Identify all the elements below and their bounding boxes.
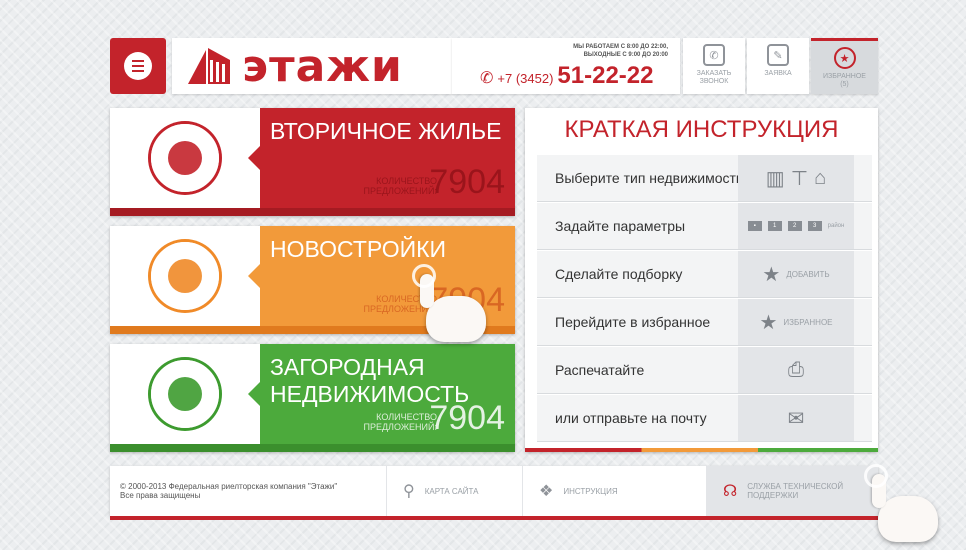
request-call-button[interactable]: ✆ ЗАКАЗАТЬ ЗВОНОК (683, 38, 745, 94)
phone-row[interactable]: ✆ +7 (3452) 51-22-22 (480, 62, 654, 90)
tile-title: НОВОСТРОЙКИ (270, 236, 447, 262)
site-map-label: КАРТА САЙТА (424, 486, 479, 496)
phone-icon: ✆ (480, 70, 494, 87)
step-choose-type: Выберите тип недвижимости ▥ ⊤ ⌂ (537, 154, 872, 202)
building-icon: ▥ (765, 167, 785, 190)
headset-icon: ☊ (723, 483, 738, 500)
request-button[interactable]: ✎ ЗАЯВКА (747, 38, 809, 94)
step-send-email: или отправьте на почту ✉ (537, 394, 872, 442)
tech-support-button[interactable]: ☊ СЛУЖБА ТЕХНИЧЕСКОЙ ПОДДЕРЖКИ (706, 466, 878, 516)
country-house-icon (151, 360, 219, 428)
favorites-button[interactable]: ★ ИЗБРАННОЕ (5) (811, 38, 878, 94)
tile-country-property[interactable]: ЗАГОРОДНАЯ НЕДВИЖИМОСТЬ КОЛИЧЕСТВО ПРЕДЛ… (110, 344, 515, 452)
dropbox-icon: ❖ (539, 483, 554, 500)
step-text: Сделайте подборку (555, 266, 683, 282)
instruction-title: КРАТКАЯ ИНСТРУКЦИЯ (564, 116, 839, 143)
property-types-icon: ▥ ⊤ ⌂ (738, 155, 854, 201)
edit-icon: ✎ (767, 44, 789, 66)
house-icon: ⌂ (814, 166, 827, 189)
favorites-label: ИЗБРАННОЕ (5) (823, 73, 866, 88)
crane-icon: ⊤ (790, 167, 809, 190)
apartment-building-icon (151, 124, 219, 192)
weekend-hours: ВЫХОДНЫЕ С 9:00 ДО 20:00 (583, 52, 668, 58)
tile-count: 7904 (429, 399, 505, 437)
site-map-link[interactable]: ⚲ КАРТА САЙТА (386, 466, 518, 516)
tech-support-label: СЛУЖБА ТЕХНИЧЕСКОЙ ПОДДЕРЖКИ (747, 482, 844, 500)
step-make-selection: Сделайте подборку ★ ДОБАВИТЬ (537, 250, 872, 298)
step-text: Перейдите в избранное (555, 314, 711, 330)
touch-hand-icon (864, 464, 938, 542)
step-text: Задайте параметры (555, 218, 686, 234)
crane-building-icon (151, 242, 219, 310)
params-icon: ▪ 1 2 3 район (738, 203, 854, 249)
tile-count-label: КОЛИЧЕСТВО ПРЕДЛОЖЕНИЙ: (363, 176, 437, 196)
tile-count-label: КОЛИЧЕСТВО ПРЕДЛОЖЕНИЙ: (363, 412, 437, 432)
mail-icon: ✉ (738, 395, 854, 441)
step-print: Распечатайте ⎙ (537, 346, 872, 394)
request-label: ЗАЯВКА (764, 70, 792, 77)
star-icon: ★ (833, 47, 856, 69)
tile-count: 7904 (429, 163, 505, 201)
district-select-preview: район (827, 223, 845, 229)
add-label: ДОБАВИТЬ (786, 269, 830, 279)
tile-icon-box (110, 226, 260, 326)
logo-building-icon (188, 48, 230, 84)
step-go-favorites: Перейдите в избранное ★ ИЗБРАННОЕ (537, 298, 872, 346)
tile-icon-box (110, 108, 260, 208)
instruction-label: ИНСТРУКЦИЯ (563, 486, 618, 496)
step-text: или отправьте на почту (555, 410, 707, 426)
star-icon: ★ (759, 311, 778, 334)
contact-block: МЫ РАБОТАЕМ С 8:00 ДО 22:00, ВЫХОДНЫЕ С … (452, 38, 680, 94)
request-call-label: ЗАКАЗАТЬ ЗВОНОК (696, 70, 732, 85)
tile-title: ВТОРИЧНОЕ ЖИЛЬЕ (270, 118, 502, 144)
work-hours: МЫ РАБОТАЕМ С 8:00 ДО 22:00, (573, 44, 668, 50)
logo[interactable]: этажи (172, 38, 452, 94)
touch-hand-icon (412, 264, 486, 342)
step-text: Распечатайте (555, 362, 645, 378)
tile-color-panel: ЗАГОРОДНАЯ НЕДВИЖИМОСТЬ КОЛИЧЕСТВО ПРЕДЛ… (248, 344, 515, 444)
sitemap-icon: ⚲ (403, 483, 415, 500)
copyright: © 2000-2013 Федеральная риелторская комп… (120, 482, 338, 500)
brand-name: этажи (242, 40, 403, 92)
printer-icon: ⎙ (738, 347, 854, 393)
step-text: Выберите тип недвижимости (555, 170, 744, 186)
add-preview: ★ ДОБАВИТЬ (738, 251, 854, 297)
favorites-preview-label: ИЗБРАННОЕ (783, 317, 833, 327)
chat-icon: ✆ (703, 44, 725, 66)
footer: © 2000-2013 Федеральная риелторская комп… (110, 466, 878, 516)
quick-instruction-panel: КРАТКАЯ ИНСТРУКЦИЯ Выберите тип недвижим… (525, 108, 878, 452)
step-set-params: Задайте параметры ▪ 1 2 3 район (537, 202, 872, 250)
menu-button[interactable] (110, 38, 166, 94)
menu-icon (124, 52, 152, 80)
star-icon: ★ (762, 263, 781, 286)
favorites-preview: ★ ИЗБРАННОЕ (738, 299, 854, 345)
instruction-link[interactable]: ❖ ИНСТРУКЦИЯ (522, 466, 702, 516)
tile-color-panel: ВТОРИЧНОЕ ЖИЛЬЕ КОЛИЧЕСТВО ПРЕДЛОЖЕНИЙ: … (248, 108, 515, 208)
phone-number: 51-22-22 (557, 62, 654, 89)
tile-icon-box (110, 344, 260, 444)
phone-prefix: +7 (3452) (497, 71, 554, 86)
tile-secondary-housing[interactable]: ВТОРИЧНОЕ ЖИЛЬЕ КОЛИЧЕСТВО ПРЕДЛОЖЕНИЙ: … (110, 108, 515, 216)
